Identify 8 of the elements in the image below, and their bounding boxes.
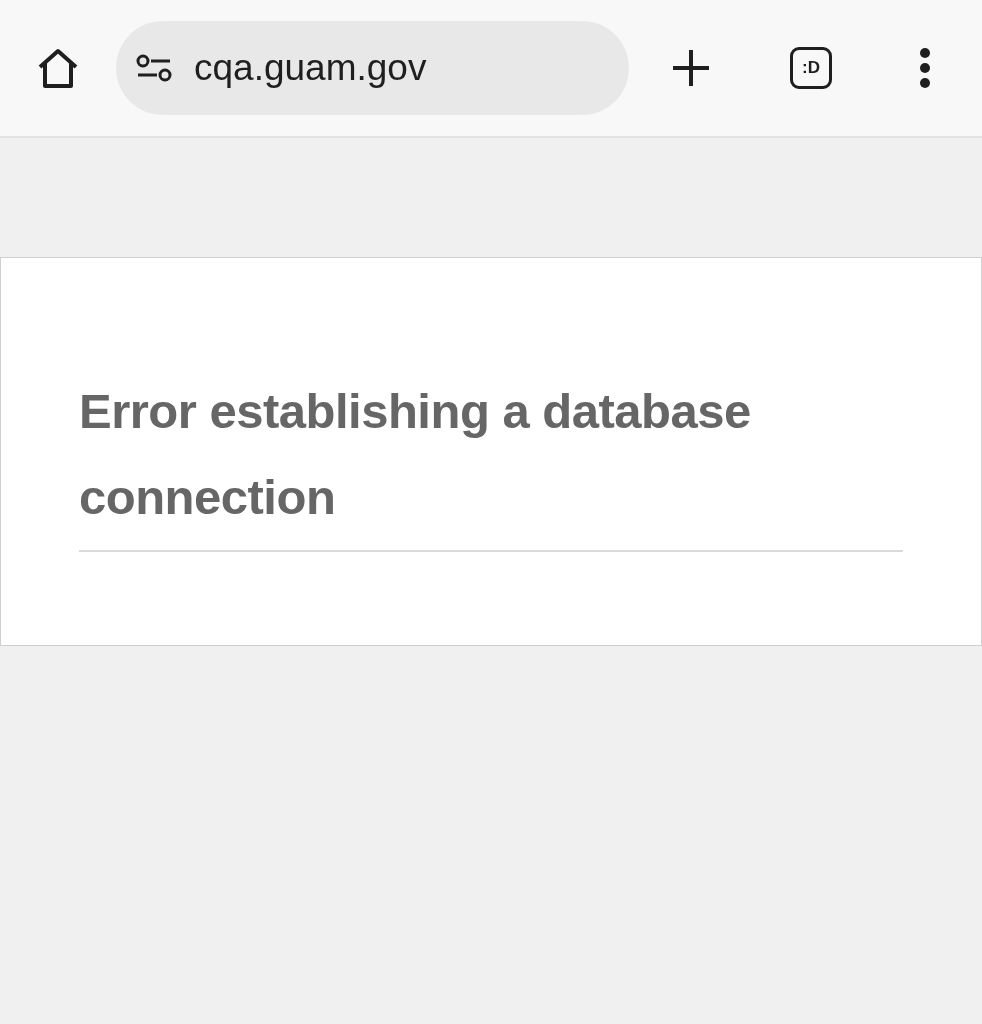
address-text: cqa.guam.gov [194, 47, 427, 89]
more-icon [919, 48, 931, 88]
plus-icon [671, 48, 711, 88]
address-bar[interactable]: cqa.guam.gov [116, 21, 629, 115]
tab-switcher-button[interactable]: :D [787, 44, 835, 92]
home-icon [36, 47, 80, 89]
site-settings-icon [136, 54, 172, 82]
error-heading: Error establishing a database connection [79, 368, 903, 552]
